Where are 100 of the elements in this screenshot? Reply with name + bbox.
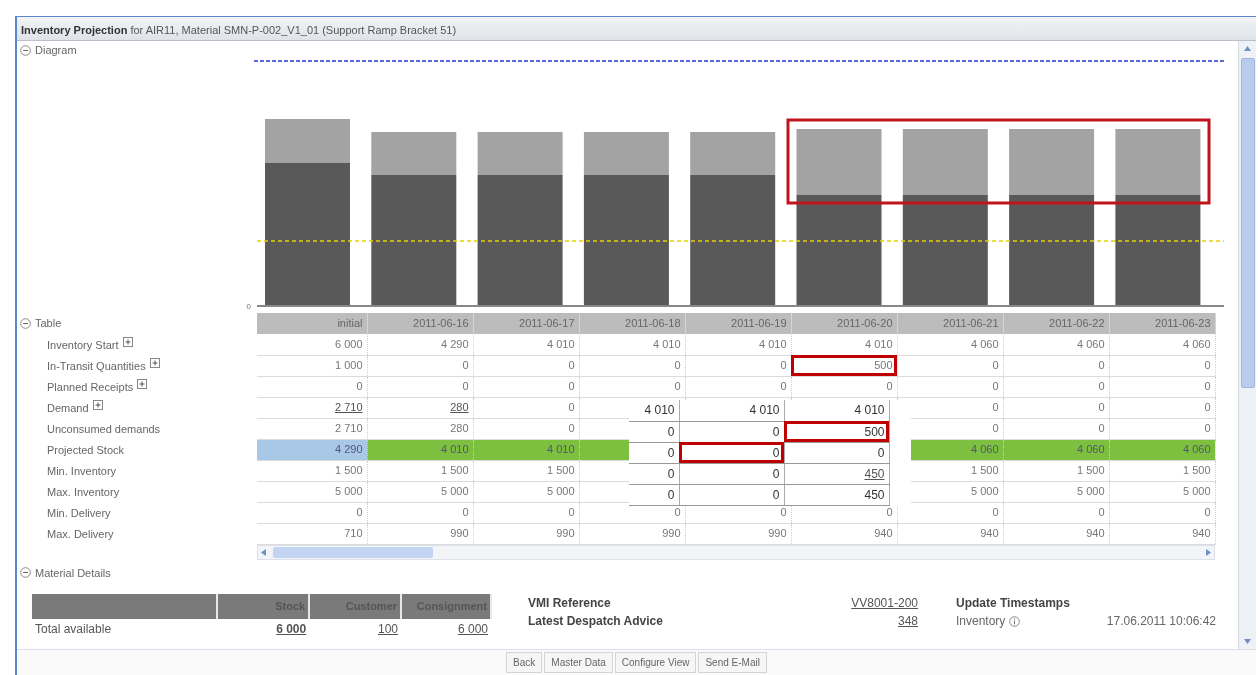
scroll-right-icon[interactable] [1203,546,1214,558]
footer-button[interactable]: Configure View [614,652,697,673]
table-cell: 4 010 [685,334,791,355]
table-cell: 0 [257,502,367,523]
axis-tick: 0 [246,302,251,311]
table-cell: 990 [473,523,579,544]
table-cell: 0 [1003,355,1109,376]
row-label: Planned Receipts [47,381,134,393]
value-link[interactable]: 6 000 [276,621,307,636]
table-cell: 940 [1003,523,1109,544]
footer-button[interactable]: Send E-Mail [698,652,767,673]
column-header: initial [257,313,367,334]
column-header: 2011-06-22 [1003,313,1109,334]
footer-button[interactable]: Master Data [544,652,613,673]
table-cell: 2 710 [257,418,367,439]
table-cell: 4 290 [367,334,473,355]
table-cell: 500 [784,421,889,442]
table-cell: 4 010 [791,334,897,355]
row-label: Max. Inventory [47,486,120,498]
table-cell: 990 [579,523,685,544]
section-heading: Update Timestamps [956,595,1071,612]
table-cell: 940 [1109,523,1215,544]
collapse-icon[interactable] [20,318,31,329]
column-header: 2011-06-23 [1109,313,1215,334]
table-cell: 940 [897,523,1003,544]
row-label: Min. Inventory [47,465,117,477]
expand-icon[interactable] [137,379,149,390]
scroll-down-icon[interactable] [1242,636,1253,647]
table-cell: 990 [685,523,791,544]
row-label: Max. Delivery [47,528,114,540]
expand-icon[interactable] [92,400,104,411]
table-cell: 0 [1109,418,1215,439]
table-cell: 0 [1003,397,1109,418]
value-link[interactable]: VV8001-200 [851,594,918,612]
table-cell: 0 [1109,397,1215,418]
table-cell: 4 010 [629,400,679,421]
table-cell: 0 [791,376,897,397]
table-cell: 4 010 [473,334,579,355]
table-cell: 0 [629,484,679,505]
table-cell: 0 [629,463,679,484]
table-cell: 0 [473,418,579,439]
row-label: Demand [47,402,89,414]
table-cell: 1 500 [1109,460,1215,481]
table-cell: 0 [473,355,579,376]
table-cell: 450 [784,484,889,505]
expand-icon[interactable] [149,358,161,369]
column-header: 2011-06-20 [791,313,897,334]
table-cell: 0 [679,442,784,463]
value-link[interactable]: 6 000 [457,621,488,636]
table-cell: 0 [784,442,889,463]
expand-icon[interactable] [122,337,134,348]
table-cell: 280 [367,418,473,439]
info-icon[interactable] [1009,615,1021,627]
scroll-left-icon[interactable] [258,546,269,558]
value-link[interactable]: 100 [378,621,399,636]
value-link[interactable]: 348 [897,612,918,630]
row-label: Unconsumed demands [47,423,161,435]
table-cell: 0 [1003,418,1109,439]
table-cell: 4 060 [1003,334,1109,355]
table-cell: 0 [897,355,1003,376]
value-link[interactable]: 450 [864,466,885,481]
table-cell: 710 [257,523,367,544]
table-cell: 4 060 [1109,334,1215,355]
table-cell: 0 [679,421,784,442]
value-link[interactable]: 2 710 [334,401,363,414]
table-cell: 0 [1003,502,1109,523]
section-heading: Material Details [35,565,111,581]
table-cell: 0 [1109,355,1215,376]
collapse-icon[interactable] [20,567,31,579]
table-cell: 4 290 [257,439,367,460]
table-cell: 5 000 [367,481,473,502]
field-label: VMI Reference [528,595,611,612]
table-cell: 1 500 [473,460,579,481]
table-cell: 0 [897,376,1003,397]
table-cell: 0 [1003,376,1109,397]
table-cell: 1 000 [257,355,367,376]
section-heading: Diagram [35,42,77,58]
value-link[interactable]: 280 [450,401,469,414]
table-cell: 0 [473,397,579,418]
table-cell: 0 [685,376,791,397]
window-title: Inventory Projection for AIR11, Material SMN-P-002_V1_01 (Support Ramp Bracket 51) [17,17,1256,41]
row-label: In-Transit Quantities [47,360,146,372]
table-cell: 4 010 [579,334,685,355]
table-cell: 0 [367,376,473,397]
table-cell: 5 000 [257,481,367,502]
table-cell: 0 [367,502,473,523]
vertical-scrollbar[interactable] [1238,41,1256,649]
table-cell: 0 [629,442,679,463]
table-cell: 0 [473,502,579,523]
scroll-up-icon[interactable] [1242,43,1253,54]
column-header: 2011-06-21 [897,313,1003,334]
collapse-icon[interactable] [20,44,31,56]
table-cell: 1 500 [367,460,473,481]
footer-button[interactable]: Back [506,652,543,673]
table-cell: 5 000 [473,481,579,502]
section-heading: Table [35,316,62,332]
row-label: Min. Delivery [47,507,111,519]
field-label: Inventory [956,613,1006,630]
table-cell: 0 [579,355,685,376]
table-cell: 940 [791,523,897,544]
